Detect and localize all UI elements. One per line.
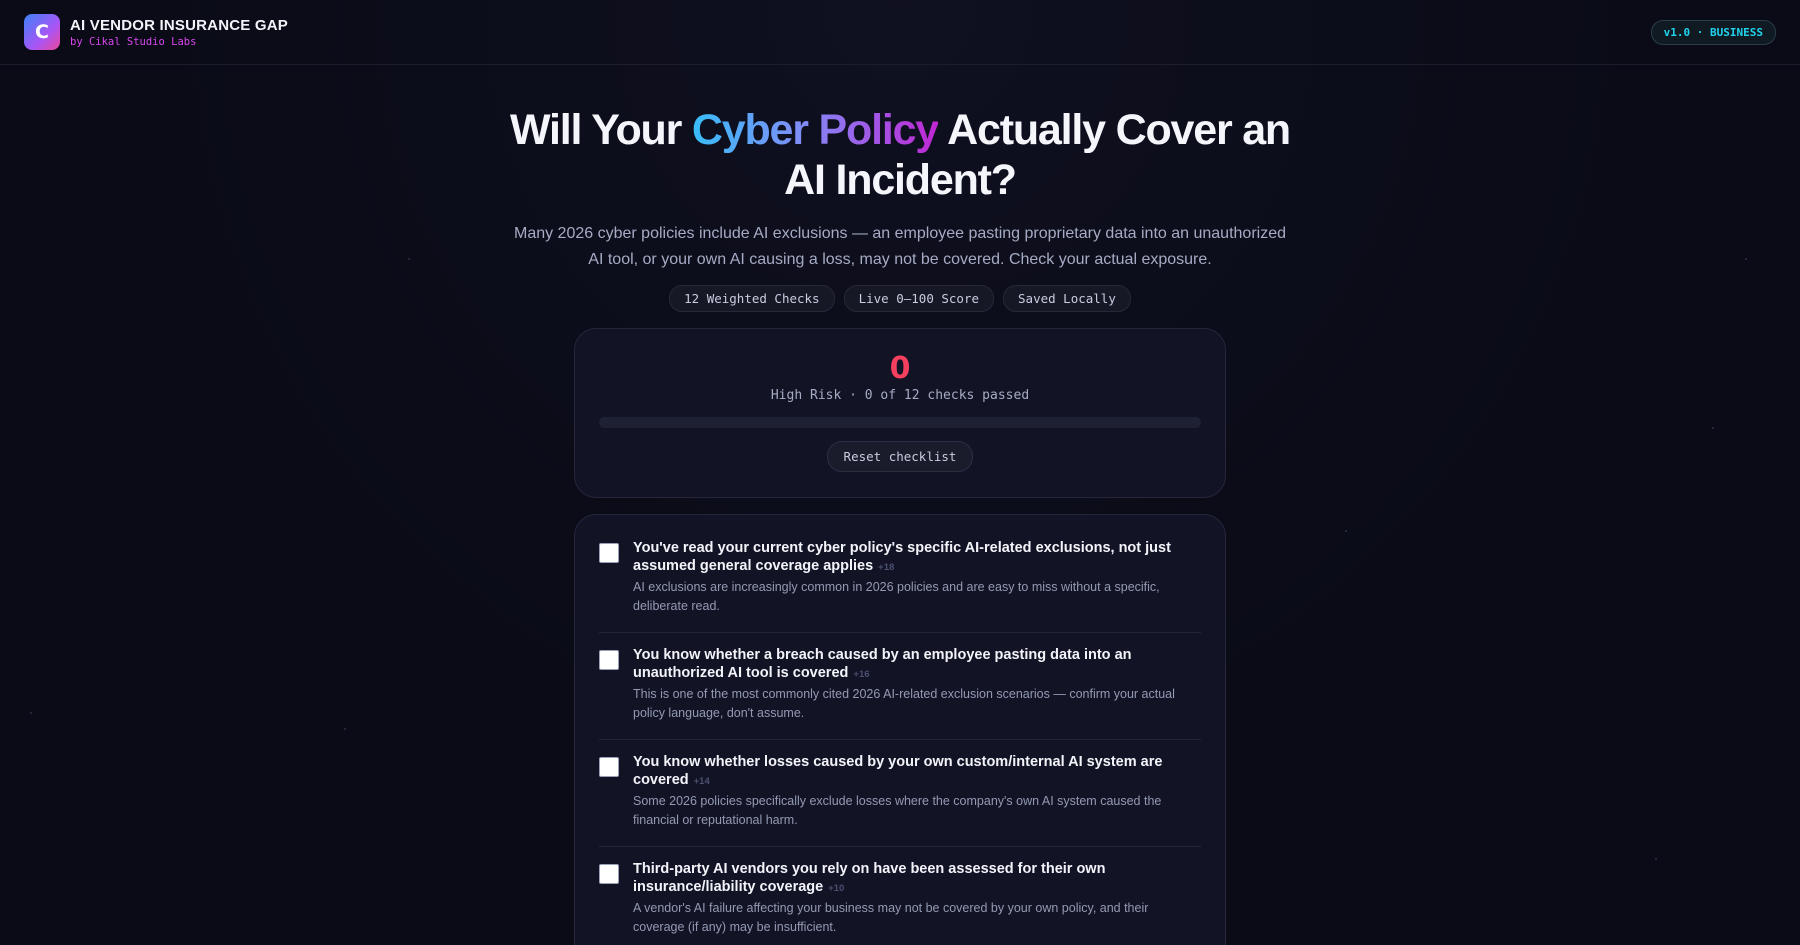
headline-post: AI Incident? (784, 156, 1017, 204)
score-status: High Risk · 0 of 12 checks passed (770, 388, 1030, 403)
headline-post-line1: Actually Cover an (938, 106, 1291, 154)
weight-badge: +16 (853, 668, 870, 680)
page-title: Will Your Cyber Policy Actually Cover an… (0, 105, 1800, 205)
version-badge: v1.0 · BUSINESS (1650, 19, 1776, 45)
checklist: You've read your current cyber policy's … (574, 514, 1226, 945)
app-byline: by Cikal Studio Labs (70, 35, 197, 48)
headline-pre: Will Your (509, 106, 692, 154)
headline-highlight: Cyber Policy (691, 106, 939, 154)
checklist-item-description: This is one of the most commonly cited 2… (633, 687, 1175, 720)
checklist-item-title: Third-party AI vendors you rely on have … (633, 861, 1106, 895)
checklist-checkbox[interactable] (599, 757, 619, 777)
checklist-item-description: Some 2026 policies specifically exclude … (633, 794, 1162, 827)
checklist-item-title: You know whether a breach caused by an e… (633, 647, 1132, 681)
score-card: 0 High Risk · 0 of 12 checks passed Rese… (574, 328, 1226, 498)
app-logo-icon: C (24, 14, 60, 50)
hero-description: Many 2026 cyber policies include AI excl… (513, 225, 1286, 268)
feature-pill: Live 0–100 Score (843, 285, 995, 312)
weight-badge: +14 (693, 775, 710, 787)
reset-checklist-button[interactable]: Reset checklist (826, 441, 974, 472)
checklist-item-title: You know whether losses caused by your o… (633, 754, 1163, 788)
top-bar: C AI VENDOR INSURANCE GAP by Cikal Studi… (0, 0, 1800, 65)
checklist-item-description: A vendor's AI failure affecting your bus… (633, 901, 1149, 934)
checklist-item-title: You've read your current cyber policy's … (633, 540, 1171, 574)
checklist-item[interactable]: Third-party AI vendors you rely on have … (599, 847, 1201, 945)
checklist-item[interactable]: You know whether a breach caused by an e… (599, 633, 1201, 740)
weight-badge: +10 (828, 882, 845, 894)
feature-pill: 12 Weighted Checks (669, 285, 835, 312)
hero-section: Will Your Cyber Policy Actually Cover an… (0, 105, 1800, 312)
score-progress-bar (599, 417, 1201, 428)
checklist-checkbox[interactable] (599, 543, 619, 563)
feature-pills: 12 Weighted Checks Live 0–100 Score Save… (0, 285, 1800, 312)
checklist-checkbox[interactable] (599, 650, 619, 670)
checklist-item-description: AI exclusions are increasingly common in… (633, 580, 1160, 613)
checklist-item[interactable]: You know whether losses caused by your o… (599, 740, 1201, 847)
feature-pill: Saved Locally (1003, 285, 1131, 312)
weight-badge: +18 (878, 561, 895, 573)
checklist-checkbox[interactable] (599, 864, 619, 884)
checklist-item[interactable]: You've read your current cyber policy's … (599, 537, 1201, 633)
app-title: AI VENDOR INSURANCE GAP (70, 16, 288, 34)
score-value: 0 (889, 351, 911, 386)
brand[interactable]: C AI VENDOR INSURANCE GAP by Cikal Studi… (24, 14, 288, 50)
